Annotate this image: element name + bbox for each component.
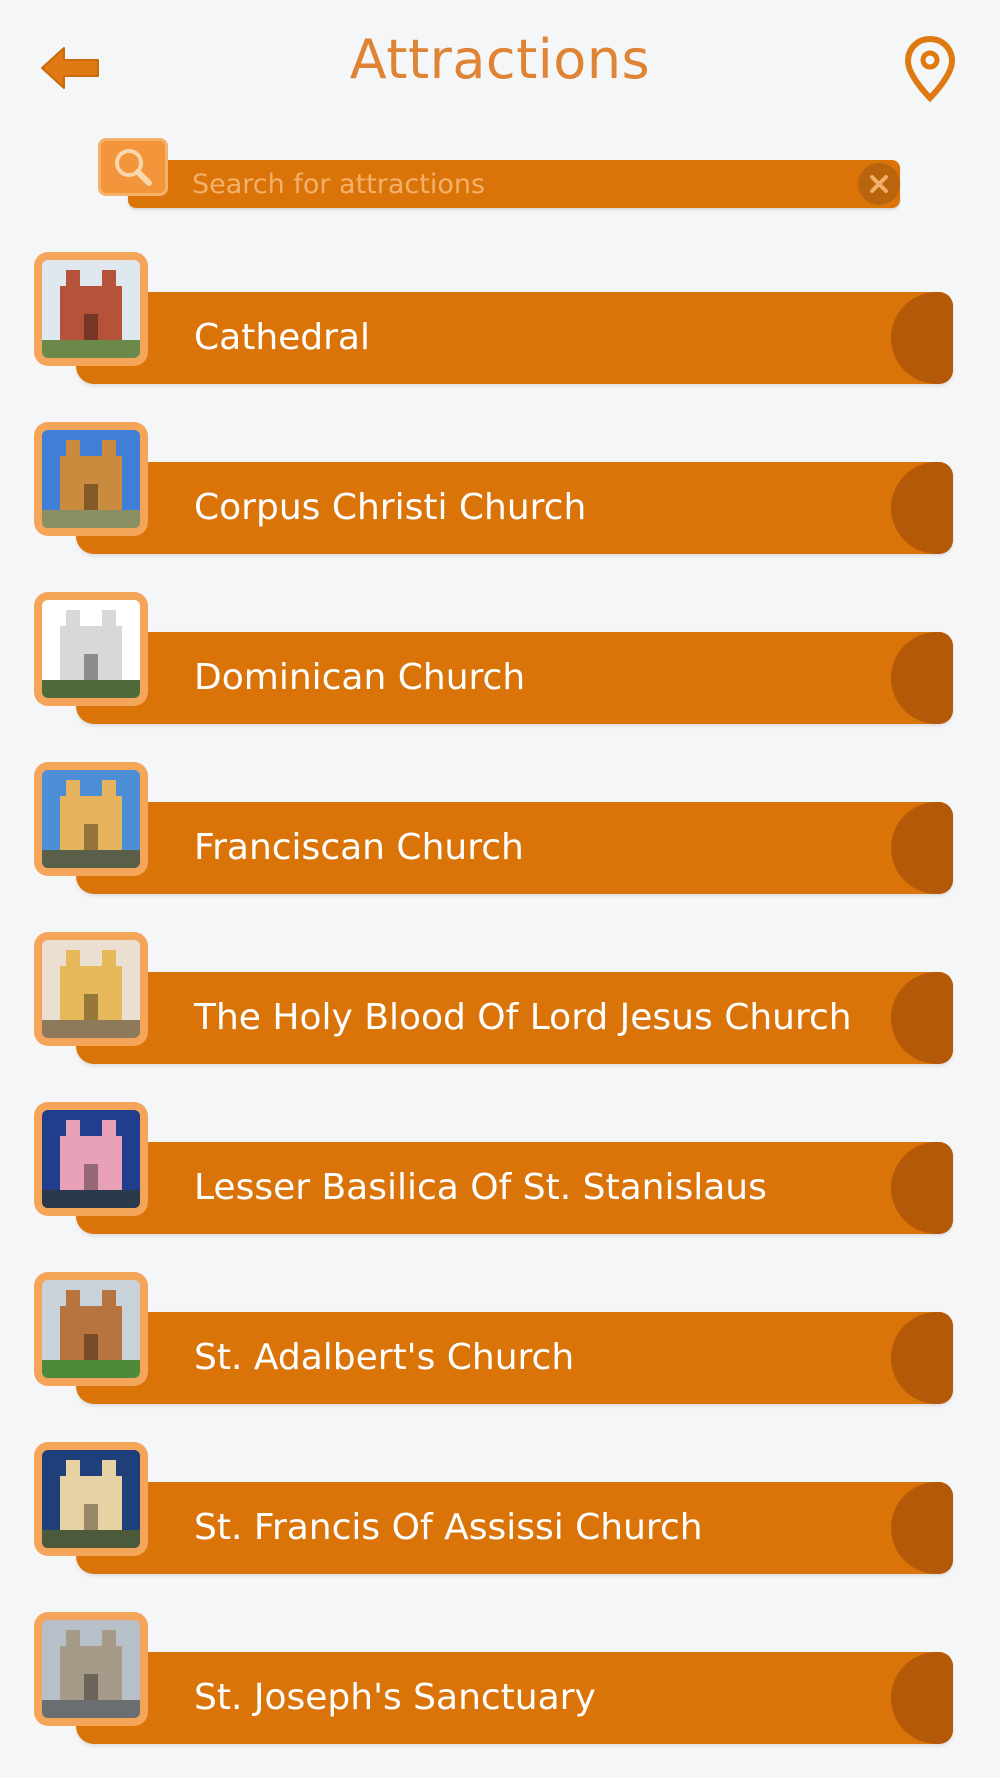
attraction-thumbnail <box>34 1442 148 1556</box>
page-title: Attractions <box>349 28 651 91</box>
list-item[interactable]: Lesser Basilica Of St. Stanislaus <box>0 1102 1000 1234</box>
list-item-label: St. Adalbert's Church <box>194 1337 575 1378</box>
building-photo-icon <box>42 430 140 528</box>
list-item-label: St. Francis Of Assissi Church <box>194 1507 703 1548</box>
map-button[interactable] <box>904 35 956 103</box>
building-photo-icon <box>42 1620 140 1718</box>
attraction-thumbnail <box>34 592 148 706</box>
list-item-bar: Lesser Basilica Of St. Stanislaus <box>76 1142 953 1234</box>
map-pin-icon <box>904 35 956 103</box>
list-item-cap <box>891 972 953 1064</box>
building-photo-icon <box>42 940 140 1038</box>
list-item[interactable]: St. Adalbert's Church <box>0 1272 1000 1404</box>
search-input[interactable] <box>192 160 812 208</box>
list-item-cap <box>891 292 953 384</box>
list-item[interactable]: Corpus Christi Church <box>0 422 1000 554</box>
header: Attractions <box>0 0 1000 130</box>
list-item-cap <box>891 632 953 724</box>
list-item-cap <box>891 802 953 894</box>
building-photo-icon <box>42 1280 140 1378</box>
clear-search-button[interactable] <box>858 163 900 205</box>
attraction-thumbnail <box>34 1272 148 1386</box>
search-button[interactable] <box>98 138 168 196</box>
building-photo-icon <box>42 1110 140 1208</box>
list-item[interactable]: St. Francis Of Assissi Church <box>0 1442 1000 1574</box>
list-item-bar: St. Francis Of Assissi Church <box>76 1482 953 1574</box>
building-photo-icon <box>42 770 140 868</box>
list-item-bar: Cathedral <box>76 292 953 384</box>
search-container <box>98 138 904 212</box>
list-item-bar: Dominican Church <box>76 632 953 724</box>
close-icon <box>870 175 888 193</box>
list-item-cap <box>891 1652 953 1744</box>
list-item-label: Corpus Christi Church <box>194 487 587 528</box>
list-item[interactable]: Cathedral <box>0 252 1000 384</box>
building-photo-icon <box>42 260 140 358</box>
list-item[interactable]: St. Joseph's Sanctuary <box>0 1612 1000 1744</box>
list-item-bar: The Holy Blood Of Lord Jesus Church <box>76 972 953 1064</box>
attraction-thumbnail <box>34 252 148 366</box>
search-icon <box>115 149 152 186</box>
list-item[interactable]: Dominican Church <box>0 592 1000 724</box>
list-item-bar: St. Joseph's Sanctuary <box>76 1652 953 1744</box>
list-item-cap <box>891 1142 953 1234</box>
list-item-cap <box>891 1482 953 1574</box>
list-item-cap <box>891 462 953 554</box>
list-item-cap <box>891 1312 953 1404</box>
attraction-thumbnail <box>34 762 148 876</box>
list-item-label: Cathedral <box>194 317 370 358</box>
list-item-bar: Franciscan Church <box>76 802 953 894</box>
list-item[interactable]: Franciscan Church <box>0 762 1000 894</box>
list-item-label: Lesser Basilica Of St. Stanislaus <box>194 1167 767 1208</box>
attraction-thumbnail <box>34 1102 148 1216</box>
list-item-label: St. Joseph's Sanctuary <box>194 1677 596 1718</box>
list-item-label: The Holy Blood Of Lord Jesus Church <box>194 997 852 1038</box>
list-item[interactable]: The Holy Blood Of Lord Jesus Church <box>0 932 1000 1064</box>
list-item-label: Franciscan Church <box>194 827 524 868</box>
list-item-label: Dominican Church <box>194 657 526 698</box>
attraction-thumbnail <box>34 1612 148 1726</box>
list-item-bar: Corpus Christi Church <box>76 462 953 554</box>
list-item-bar: St. Adalbert's Church <box>76 1312 953 1404</box>
building-photo-icon <box>42 1450 140 1548</box>
building-photo-icon <box>42 600 140 698</box>
attraction-thumbnail <box>34 422 148 536</box>
attraction-thumbnail <box>34 932 148 1046</box>
search-bar <box>128 160 900 208</box>
